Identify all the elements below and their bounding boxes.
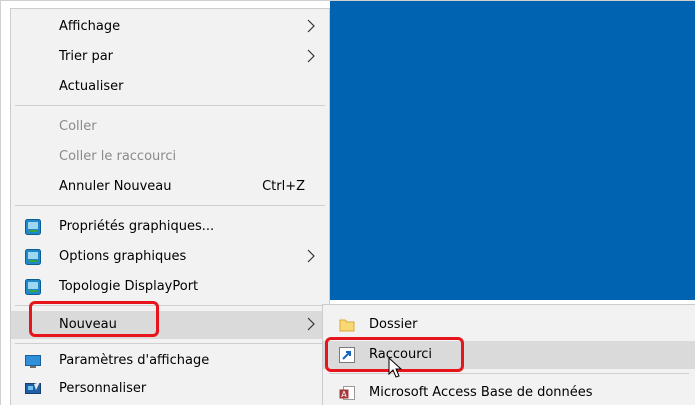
menu-item-label: Annuler Nouveau [59,179,172,194]
menu-item-parametres-affichage[interactable]: Paramètres d'affichage [11,347,329,375]
folder-icon [339,319,355,332]
menu-item-label: Topologie DisplayPort [59,279,199,294]
menu-separator [15,305,325,306]
personalize-icon [25,382,41,394]
menu-item-label: Propriétés graphiques... [59,219,215,234]
menu-item-personnaliser[interactable]: Personnaliser [11,375,329,403]
chevron-right-icon [307,249,315,263]
intel-graphics-icon [25,219,41,235]
intel-graphics-icon [25,279,41,295]
menu-item-label: Options graphiques [59,249,187,264]
menu-item-coller-raccourci: Coller le raccourci [11,143,329,171]
menu-item-trier-par[interactable]: Trier par [11,43,329,71]
menu-item-label: Nouveau [59,317,117,332]
submenu-item-dossier[interactable]: Dossier [323,311,695,339]
menu-item-label: Affichage [59,19,121,34]
desktop-context-menu: Affichage Trier par Actualiser Coller Co… [10,8,330,405]
menu-item-label: Coller [59,119,97,134]
chevron-right-icon [307,317,315,331]
menu-separator [15,205,325,206]
menu-item-topologie-displayport[interactable]: Topologie DisplayPort [11,273,329,301]
chevron-right-icon [307,19,315,33]
mouse-cursor-icon [388,357,402,378]
menu-item-actualiser[interactable]: Actualiser [11,73,329,101]
chevron-right-icon [307,49,315,63]
submenu-item-raccourci[interactable]: Raccourci [323,341,695,369]
menu-item-label: Actualiser [59,79,124,94]
access-icon: A [339,386,355,400]
menu-separator [15,343,325,344]
menu-item-options-graphiques[interactable]: Options graphiques [11,243,329,271]
menu-item-label: Personnaliser [59,381,147,396]
svg-text:A: A [341,390,347,399]
menu-item-affichage[interactable]: Affichage [11,13,329,41]
menu-item-annuler-nouveau[interactable]: Annuler Nouveau Ctrl+Z [11,173,329,201]
menu-item-nouveau[interactable]: Nouveau [11,311,329,339]
submenu-item-label: Dossier [369,317,418,332]
menu-item-label: Paramètres d'affichage [59,353,210,368]
display-icon [25,355,41,368]
new-submenu: Dossier Raccourci A Microsoft Access Bas… [322,304,695,405]
menu-item-shortcut: Ctrl+Z [262,179,305,194]
submenu-item-access-db[interactable]: A Microsoft Access Base de données [323,379,695,407]
menu-item-label: Trier par [59,49,114,64]
menu-item-label: Coller le raccourci [59,149,177,164]
submenu-separator [329,373,689,374]
intel-graphics-icon [25,249,41,265]
shortcut-icon [339,347,355,363]
menu-item-coller: Coller [11,113,329,141]
submenu-item-label: Microsoft Access Base de données [369,385,593,400]
menu-item-proprietes-graphiques[interactable]: Propriétés graphiques... [11,213,329,241]
desktop-background[interactable] [330,0,695,300]
menu-separator [15,105,325,106]
